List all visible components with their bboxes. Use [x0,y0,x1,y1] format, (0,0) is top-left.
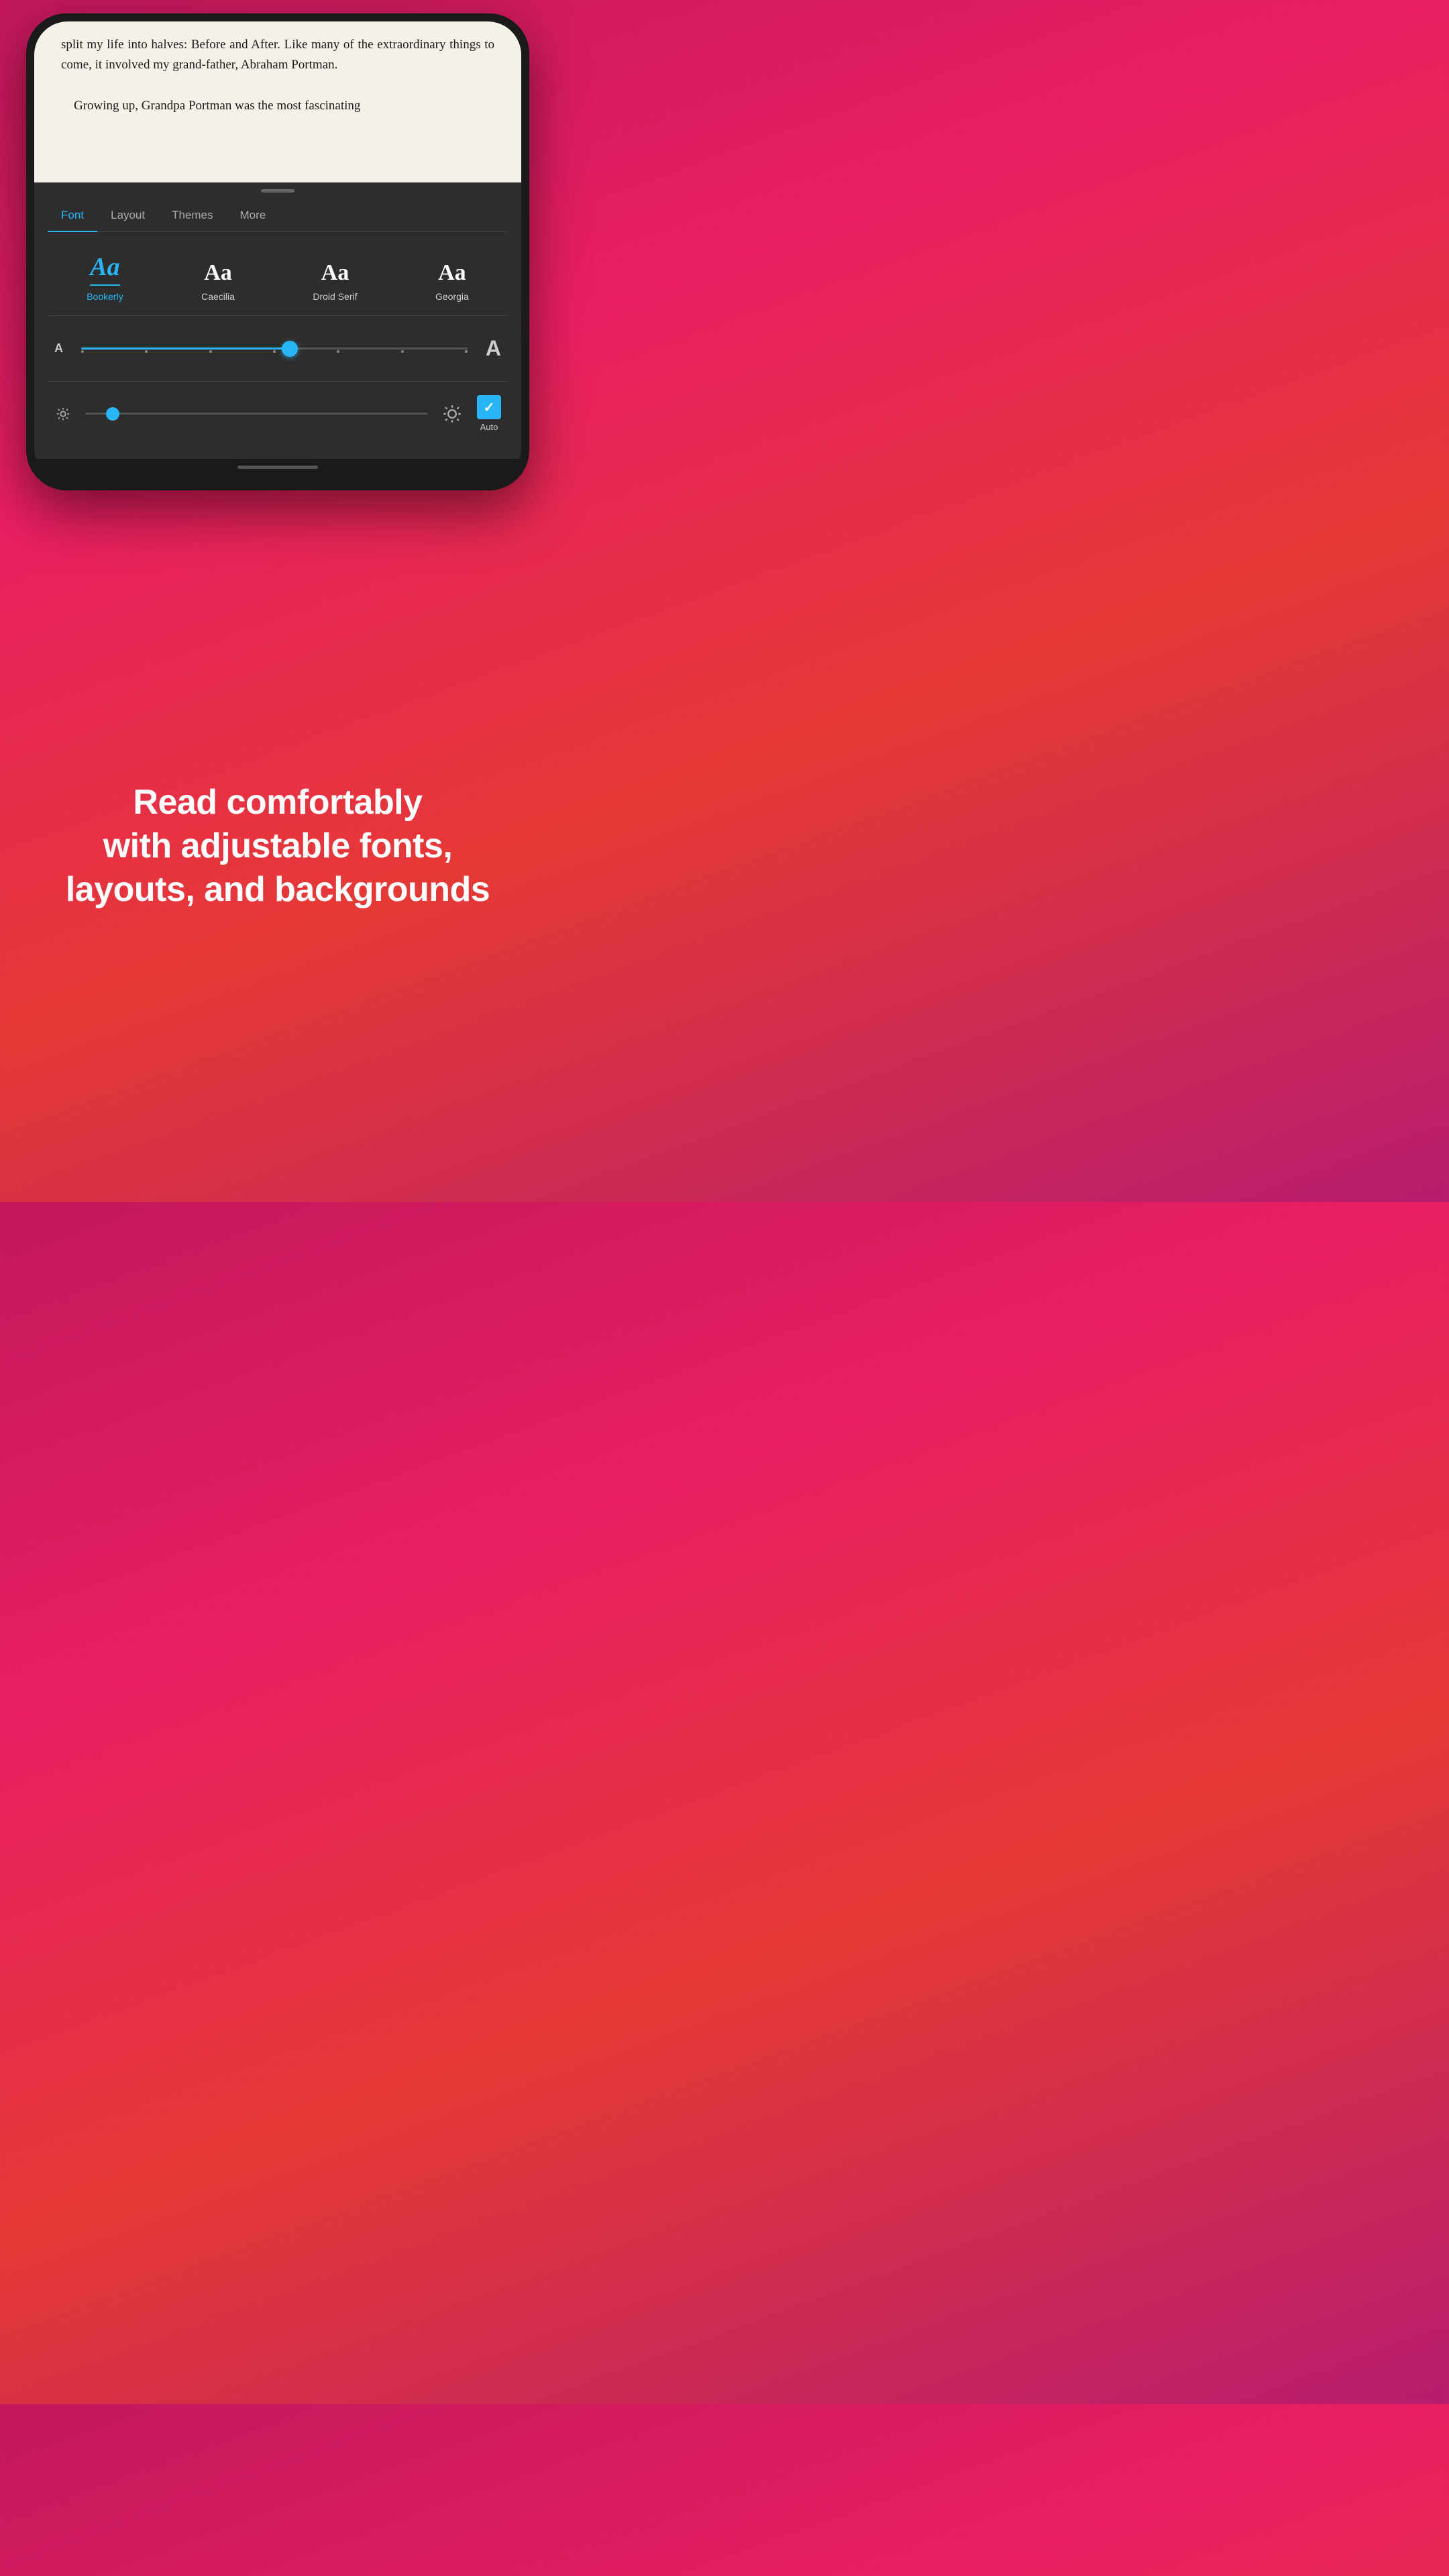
checkbox-checked: ✓ [477,395,501,419]
caecilia-preview: Aa [204,260,232,286]
brightness-high-icon [441,402,464,425]
home-indicator-bar [237,466,318,469]
drag-handle[interactable] [261,189,294,193]
font-option-droid-serif[interactable]: Aa Droid Serif [313,260,357,302]
droid-serif-preview: Aa [321,260,350,286]
tab-bar: Font Layout Themes More [48,199,508,232]
marketing-section: Read comfortably with adjustable fonts, … [39,490,517,1202]
tick [81,350,84,353]
marketing-text: Read comfortably with adjustable fonts, … [66,781,490,912]
font-option-caecilia[interactable]: Aa Caecilia [201,260,235,302]
book-text: split my life into halves: Before and Af… [61,35,494,117]
sun-large-icon [443,405,462,423]
tick [401,350,404,353]
font-size-row: A A [48,316,508,382]
font-size-small-label: A [54,341,68,356]
brightness-row: ✓ Auto [48,382,508,445]
georgia-preview: Aa [438,260,466,286]
auto-brightness-toggle[interactable]: ✓ Auto [477,395,501,432]
tab-layout[interactable]: Layout [97,199,158,231]
brightness-thumb[interactable] [106,407,119,421]
tick [273,350,276,353]
brightness-slider[interactable] [85,407,427,421]
slider-thumb[interactable] [282,341,298,357]
tick [209,350,212,353]
droid-serif-name: Droid Serif [313,291,357,302]
font-option-bookerly[interactable]: Aa Bookerly [87,252,123,302]
tab-font[interactable]: Font [48,199,97,231]
slider-track-inactive [294,347,468,350]
phone-frame: split my life into halves: Before and Af… [26,13,529,490]
font-size-large-label: A [481,336,501,361]
drag-handle-bar [34,182,521,199]
book-content-area: split my life into halves: Before and Af… [34,21,521,182]
slider-track [81,347,468,350]
font-option-georgia[interactable]: Aa Georgia [435,260,469,302]
bookerly-preview: Aa [90,252,119,286]
font-options-row: Aa Bookerly Aa Caecilia Aa Droid Serif A… [48,246,508,316]
tab-more[interactable]: More [227,199,280,231]
bookerly-name: Bookerly [87,291,123,302]
brightness-track [85,413,427,415]
phone-screen: split my life into halves: Before and Af… [34,21,521,482]
georgia-name: Georgia [435,291,469,302]
bottom-panel: Font Layout Themes More Aa Bookerly [34,199,521,459]
fade-overlay [34,156,521,182]
tick [145,350,148,353]
sun-small-icon [56,407,70,421]
caecilia-name: Caecilia [201,291,235,302]
home-indicator-area [34,459,521,482]
font-size-slider[interactable] [81,342,468,356]
brightness-low-icon [54,405,72,423]
tick [465,350,468,353]
tick [337,350,339,353]
checkmark-icon: ✓ [484,399,495,416]
tab-themes[interactable]: Themes [158,199,226,231]
auto-label: Auto [480,422,498,432]
